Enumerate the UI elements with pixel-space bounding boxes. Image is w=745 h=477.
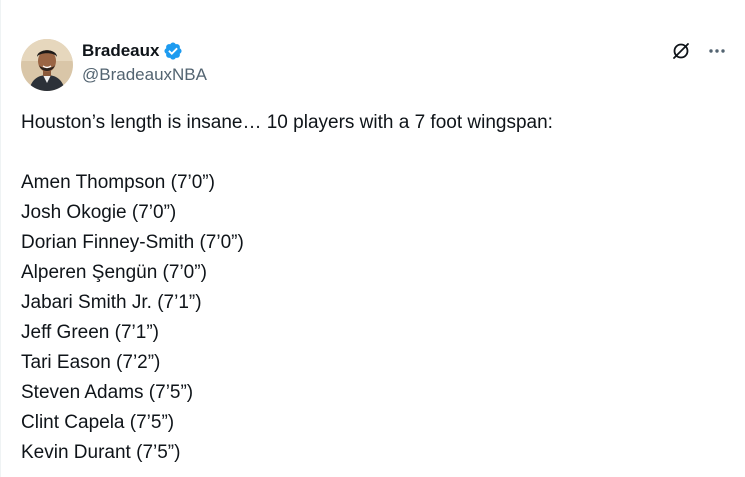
list-item: Dorian Finney-Smith (7’0”): [21, 232, 244, 253]
list-item: Jeff Green (7’1”): [21, 322, 159, 343]
list-item: Jabari Smith Jr. (7’1”): [21, 292, 202, 313]
list-item: Amen Thompson (7’0”): [21, 172, 215, 193]
tweet-actions: [670, 40, 728, 62]
tweet-body: Houston’s length is insane… 10 players w…: [21, 108, 721, 468]
author-handle[interactable]: @BradeauxNBA: [82, 65, 207, 85]
list-item: Tari Eason (7’2”): [21, 352, 161, 373]
grok-icon[interactable]: [670, 40, 692, 62]
list-item: Kevin Durant (7’5”): [21, 442, 181, 463]
list-item: Steven Adams (7’5”): [21, 382, 194, 403]
author-name-row: Bradeaux: [82, 38, 183, 64]
player-list: Amen Thompson (7’0”) Josh Okogie (7’0”) …: [21, 168, 721, 468]
paragraph-break: [21, 138, 721, 168]
verified-badge-icon[interactable]: [163, 41, 183, 61]
author-display-name[interactable]: Bradeaux: [82, 41, 159, 61]
avatar[interactable]: [21, 39, 73, 91]
list-item: Clint Capela (7’5”): [21, 412, 175, 433]
tweet-card: Bradeaux @BradeauxNBA Houston’s length i…: [0, 0, 745, 477]
list-item: Josh Okogie (7’0”): [21, 202, 177, 223]
list-item: Alperen Şengün (7’0”): [21, 262, 207, 283]
tweet-intro-text: Houston’s length is insane… 10 players w…: [21, 112, 553, 133]
more-icon[interactable]: [706, 40, 728, 62]
avatar-image: [21, 39, 73, 91]
